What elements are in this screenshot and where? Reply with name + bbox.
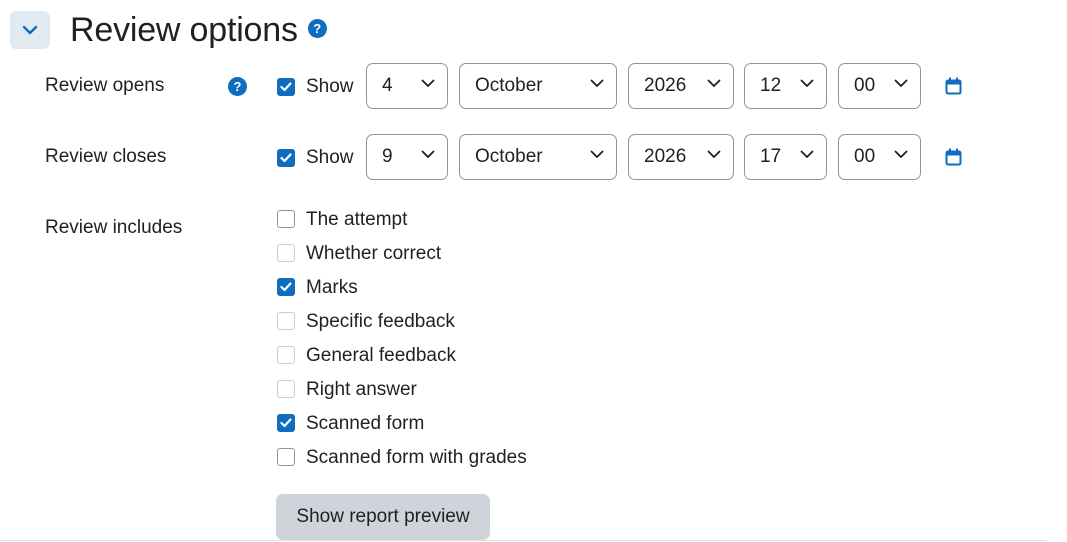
review-closes-row: Review closes Show 9 October 2026 17 00 [0, 134, 1067, 182]
review-opens-hour-select[interactable]: 12 [744, 63, 827, 109]
review-opens-minute-select[interactable]: 00 [838, 63, 921, 109]
show-report-preview-button[interactable]: Show report preview [276, 494, 490, 540]
select-value: October [475, 75, 543, 96]
review-option-label: Scanned form with grades [306, 447, 527, 468]
collapse-toggle-button[interactable] [10, 11, 50, 49]
chevron-down-icon [800, 150, 814, 158]
review-option-label: Whether correct [306, 243, 442, 264]
review-opens-day-select[interactable]: 4 [366, 63, 448, 109]
review-opens-year-select[interactable]: 2026 [628, 63, 734, 109]
select-value: 4 [382, 75, 393, 96]
review-closes-label: Review closes [45, 146, 167, 167]
review-includes-label: Review includes [45, 217, 183, 238]
select-value: 17 [760, 146, 782, 167]
select-value: October [475, 146, 543, 167]
check-icon [280, 82, 292, 92]
help-icon[interactable]: ? [307, 18, 327, 38]
review-option-checkbox[interactable] [277, 312, 295, 330]
review-option-checkbox[interactable] [277, 346, 295, 364]
chevron-down-icon [590, 150, 604, 158]
divider [0, 540, 1045, 541]
review-closes-show-label: Show [306, 147, 354, 168]
select-value: 00 [854, 75, 876, 96]
chevron-down-icon [800, 79, 814, 87]
review-option-label: Right answer [306, 379, 417, 400]
review-option-checkbox[interactable] [277, 244, 295, 262]
review-closes-year-select[interactable]: 2026 [628, 134, 734, 180]
chevron-down-icon [894, 150, 908, 158]
select-value: 9 [382, 146, 393, 167]
review-option-checkbox[interactable] [277, 278, 295, 296]
chevron-down-icon [590, 79, 604, 87]
chevron-down-icon [707, 79, 721, 87]
select-value: 2026 [644, 75, 687, 96]
chevron-down-icon [894, 79, 908, 87]
calendar-icon[interactable] [945, 77, 962, 95]
review-option-label: Specific feedback [306, 311, 455, 332]
check-icon [280, 282, 292, 292]
section-header: Review options ? [10, 10, 327, 50]
select-value: 2026 [644, 146, 687, 167]
review-opens-help-icon[interactable]: ? [228, 77, 247, 96]
section-title: Review options [70, 10, 298, 49]
review-closes-day-select[interactable]: 9 [366, 134, 448, 180]
select-value: 00 [854, 146, 876, 167]
review-option-checkbox[interactable] [277, 380, 295, 398]
review-option-label: Marks [306, 277, 358, 298]
review-closes-minute-select[interactable]: 00 [838, 134, 921, 180]
review-opens-label: Review opens [45, 75, 165, 96]
check-icon [280, 153, 292, 163]
review-option-label: Scanned form [306, 413, 425, 434]
select-value: 12 [760, 75, 782, 96]
review-opens-month-select[interactable]: October [459, 63, 617, 109]
review-option-checkbox[interactable] [277, 448, 295, 466]
check-icon [280, 418, 292, 428]
calendar-icon[interactable] [945, 148, 962, 166]
review-opens-row: Review opens ? Show 4 October 2026 12 00 [0, 63, 1067, 111]
review-option-checkbox[interactable] [277, 414, 295, 432]
review-option-label: General feedback [306, 345, 456, 366]
review-closes-month-select[interactable]: October [459, 134, 617, 180]
chevron-down-icon [421, 150, 435, 158]
review-option-label: The attempt [306, 209, 408, 230]
review-option-checkbox[interactable] [277, 210, 295, 228]
chevron-down-icon [22, 25, 38, 35]
review-closes-hour-select[interactable]: 17 [744, 134, 827, 180]
review-opens-show-checkbox[interactable] [277, 78, 295, 96]
chevron-down-icon [707, 150, 721, 158]
review-closes-show-checkbox[interactable] [277, 149, 295, 167]
chevron-down-icon [421, 79, 435, 87]
review-opens-show-label: Show [306, 76, 354, 97]
